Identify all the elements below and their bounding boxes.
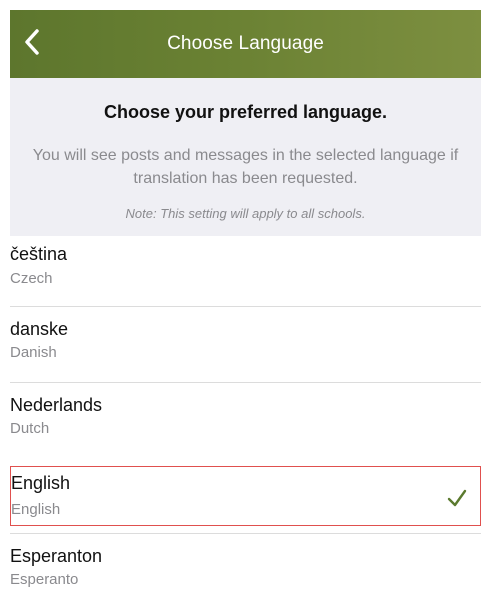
navigation-bar: Choose Language: [10, 10, 481, 78]
language-row-danish[interactable]: danske Danish: [10, 307, 481, 373]
language-native-name: čeština: [10, 244, 68, 264]
language-list: čeština Czech danske Danish Nederlands D…: [10, 236, 481, 600]
status-area: [0, 0, 481, 10]
language-english-name: English: [11, 501, 61, 518]
info-description: You will see posts and messages in the s…: [32, 147, 459, 187]
language-native-name: danske: [10, 319, 69, 339]
language-english-name: Esperanto: [10, 571, 79, 588]
page-title: Choose Language: [167, 33, 324, 54]
language-row-dutch[interactable]: Nederlands Dutch: [10, 383, 481, 449]
chevron-left-icon: [25, 29, 39, 55]
checkmark-icon: [447, 489, 467, 507]
info-panel: Choose your preferred language. You will…: [10, 78, 481, 236]
language-native-name: Esperanton: [10, 546, 103, 566]
back-button[interactable]: [12, 22, 52, 62]
language-row-czech[interactable]: čeština Czech: [10, 236, 481, 302]
info-heading: Choose your preferred language.: [103, 102, 388, 122]
language-row-english[interactable]: English English: [10, 466, 481, 526]
language-native-name: Nederlands: [10, 395, 103, 415]
info-note: Note: This setting will apply to all sch…: [125, 206, 366, 221]
language-native-name: English: [11, 473, 71, 493]
language-english-name: Danish: [10, 344, 57, 361]
language-row-esperanto[interactable]: Esperanton Esperanto: [10, 534, 481, 600]
language-english-name: Dutch: [10, 420, 50, 437]
language-english-name: Czech: [10, 270, 53, 287]
